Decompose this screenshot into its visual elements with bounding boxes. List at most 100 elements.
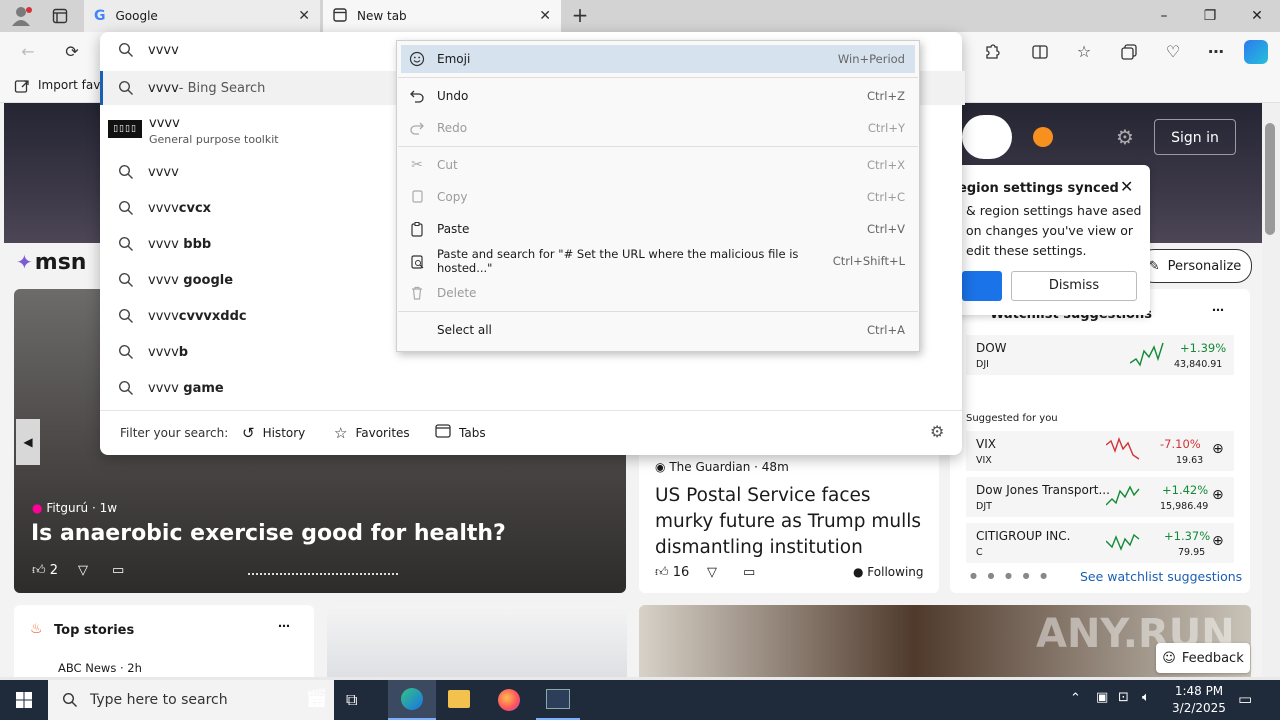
- suggestion-item[interactable]: vvvv game: [118, 372, 224, 404]
- refresh-icon[interactable]: ⟳: [60, 40, 84, 64]
- watchlist-row[interactable]: VIX VIX -7.10% 19.63 ⊕: [966, 431, 1234, 471]
- following-badge[interactable]: ● Following: [853, 565, 924, 579]
- filter-favorites-button[interactable]: ☆ Favorites: [334, 424, 410, 442]
- taskbar-date[interactable]: 3/2/2025: [1168, 701, 1230, 715]
- suggestion-bing-search[interactable]: vvvv - Bing Search: [118, 72, 265, 104]
- copilot-bubble[interactable]: [962, 115, 1012, 159]
- watchlist-pager-dots[interactable]: ● ● ● ● ●: [970, 571, 1051, 580]
- favorites-star-icon[interactable]: ☆: [1072, 40, 1096, 64]
- maximize-button[interactable]: ❐: [1187, 0, 1233, 32]
- back-icon[interactable]: ←: [16, 40, 40, 64]
- dislike-icon[interactable]: ▽: [707, 565, 717, 580]
- top-stories-more-icon[interactable]: ⋯: [278, 619, 290, 633]
- suggestion-item[interactable]: vvvv bbb: [118, 228, 211, 260]
- suggestion-item[interactable]: vvvv google: [118, 264, 233, 296]
- personalize-button[interactable]: ✎ Personalize: [1138, 249, 1252, 283]
- menu-item-select-all[interactable]: Select all Ctrl+A: [401, 316, 915, 344]
- dislike-icon[interactable]: ▽: [78, 563, 88, 578]
- copilot-icon[interactable]: [1244, 40, 1268, 64]
- notifications-icon[interactable]: ▭: [1238, 690, 1252, 708]
- close-icon[interactable]: ✕: [1120, 177, 1133, 196]
- terminal-icon[interactable]: [536, 680, 580, 720]
- address-input-row[interactable]: vvvv: [118, 34, 179, 66]
- edge-taskbar-icon[interactable]: [388, 680, 436, 720]
- stock-change: +1.37%: [1164, 529, 1211, 543]
- menu-item-emoji[interactable]: Emoji Win+Period: [401, 45, 915, 73]
- firefox-icon[interactable]: [498, 689, 520, 711]
- extensions-icon[interactable]: [980, 40, 1004, 64]
- suggestion-item[interactable]: vvvv b: [118, 336, 188, 368]
- menu-item-redo[interactable]: Redo Ctrl+Y: [401, 114, 915, 142]
- page-scrollbar[interactable]: [1262, 103, 1280, 677]
- tab-title: Google: [115, 9, 158, 23]
- menu-item-cut[interactable]: ✂ Cut Ctrl+X: [401, 151, 915, 179]
- suggestion-item[interactable]: vvvv cvcx: [118, 192, 211, 224]
- tab-new-tab[interactable]: New tab ✕: [323, 0, 561, 32]
- site-title: vvvv: [149, 116, 180, 131]
- split-screen-icon[interactable]: [1028, 40, 1052, 64]
- filter-tabs-button[interactable]: Tabs: [435, 424, 486, 441]
- prev-arrow-button[interactable]: ◀: [16, 419, 40, 465]
- collections-icon[interactable]: [1117, 40, 1141, 64]
- menu-item-undo[interactable]: Undo Ctrl+Z: [401, 82, 915, 110]
- menu-item-paste-and-search[interactable]: Paste and search for "# Set the URL wher…: [401, 247, 915, 275]
- like-icon[interactable]: 👍︎ 2: [32, 563, 58, 578]
- import-favorites-link[interactable]: Import favo: [38, 78, 108, 92]
- start-button[interactable]: [0, 680, 48, 720]
- taskbar-time[interactable]: 1:48 PM: [1170, 684, 1228, 698]
- see-watchlist-link[interactable]: See watchlist suggestions: [1080, 569, 1242, 584]
- tab-actions-icon[interactable]: [52, 8, 68, 24]
- menu-item-paste[interactable]: Paste Ctrl+V: [401, 215, 915, 243]
- settings-gear-icon[interactable]: ⚙: [1116, 125, 1134, 149]
- tray-wifi-icon[interactable]: ⊡: [1118, 690, 1129, 705]
- minimize-button[interactable]: –: [1141, 0, 1187, 32]
- add-stock-icon[interactable]: ⊕: [1212, 441, 1224, 457]
- dismiss-button[interactable]: Dismiss: [1011, 271, 1137, 301]
- notice-title: egion settings synced: [958, 181, 1119, 196]
- add-stock-icon[interactable]: ⊕: [1212, 487, 1224, 503]
- tray-volume-icon[interactable]: 🔈︎: [1142, 690, 1150, 705]
- car-image-card[interactable]: [327, 605, 627, 677]
- msn-logo[interactable]: ✦ msn: [16, 247, 86, 277]
- hide-icon[interactable]: ▭: [743, 565, 755, 580]
- watchlist-row[interactable]: CITIGROUP INC. C +1.37% 79.95 ⊕: [966, 523, 1234, 563]
- stock-name: VIX: [976, 437, 996, 451]
- close-icon[interactable]: ✕: [298, 8, 310, 24]
- menu-item-copy[interactable]: Copy Ctrl+C: [401, 183, 915, 211]
- feedback-button[interactable]: ☺ Feedback: [1156, 643, 1250, 673]
- comment-icon[interactable]: ▭: [112, 563, 124, 578]
- suggestions-divider: [100, 410, 962, 411]
- new-tab-button[interactable]: +: [568, 4, 592, 28]
- suggestion-item[interactable]: vvvv cvvvxddc: [118, 300, 247, 332]
- suggestion-settings-gear-icon[interactable]: ⚙: [930, 422, 944, 441]
- suggestion-item[interactable]: vvvv: [118, 156, 179, 188]
- notice-primary-button[interactable]: [962, 271, 1002, 301]
- watchlist-more-icon[interactable]: ⋯: [1212, 303, 1224, 317]
- suggestion-completion: google: [178, 272, 234, 288]
- tray-chevron-icon[interactable]: ⌃: [1070, 691, 1081, 706]
- profile-icon[interactable]: [10, 6, 32, 26]
- watchlist-row[interactable]: DOW DJI +1.39% 43,840.91: [966, 335, 1234, 375]
- address-input[interactable]: vvvv: [148, 43, 179, 58]
- tab-google[interactable]: G Google ✕: [84, 0, 320, 32]
- filter-history-button[interactable]: ↺ History: [242, 424, 305, 442]
- edge-icon: [401, 688, 423, 710]
- taskbar-search-box[interactable]: Type here to search 🎬︎: [48, 680, 334, 720]
- close-window-button[interactable]: ✕: [1234, 0, 1280, 32]
- guardian-article-card[interactable]: ◉ The Guardian · 48m US Postal Service f…: [639, 449, 939, 593]
- more-menu-icon[interactable]: ⋯: [1204, 40, 1228, 64]
- sign-in-button[interactable]: Sign in: [1154, 119, 1236, 155]
- article-title[interactable]: US Postal Service faces murky future as …: [655, 483, 930, 561]
- watchlist-row[interactable]: Dow Jones Transport... DJT +1.42% 15,986…: [966, 477, 1234, 517]
- scroll-thumb[interactable]: [1265, 123, 1275, 235]
- like-icon[interactable]: 👍︎ 16: [655, 565, 689, 580]
- add-stock-icon[interactable]: ⊕: [1212, 533, 1224, 549]
- browser-essentials-icon[interactable]: ♡: [1161, 40, 1185, 64]
- tray-network-icon[interactable]: ▣: [1096, 690, 1108, 705]
- file-explorer-icon[interactable]: [448, 690, 470, 708]
- task-view-icon[interactable]: ⧉: [346, 690, 357, 710]
- close-icon[interactable]: ✕: [539, 8, 551, 24]
- article-title[interactable]: Is anaerobic exercise good for health?: [31, 521, 506, 546]
- menu-item-delete[interactable]: Delete: [401, 279, 915, 307]
- carousel-dots[interactable]: [248, 573, 398, 579]
